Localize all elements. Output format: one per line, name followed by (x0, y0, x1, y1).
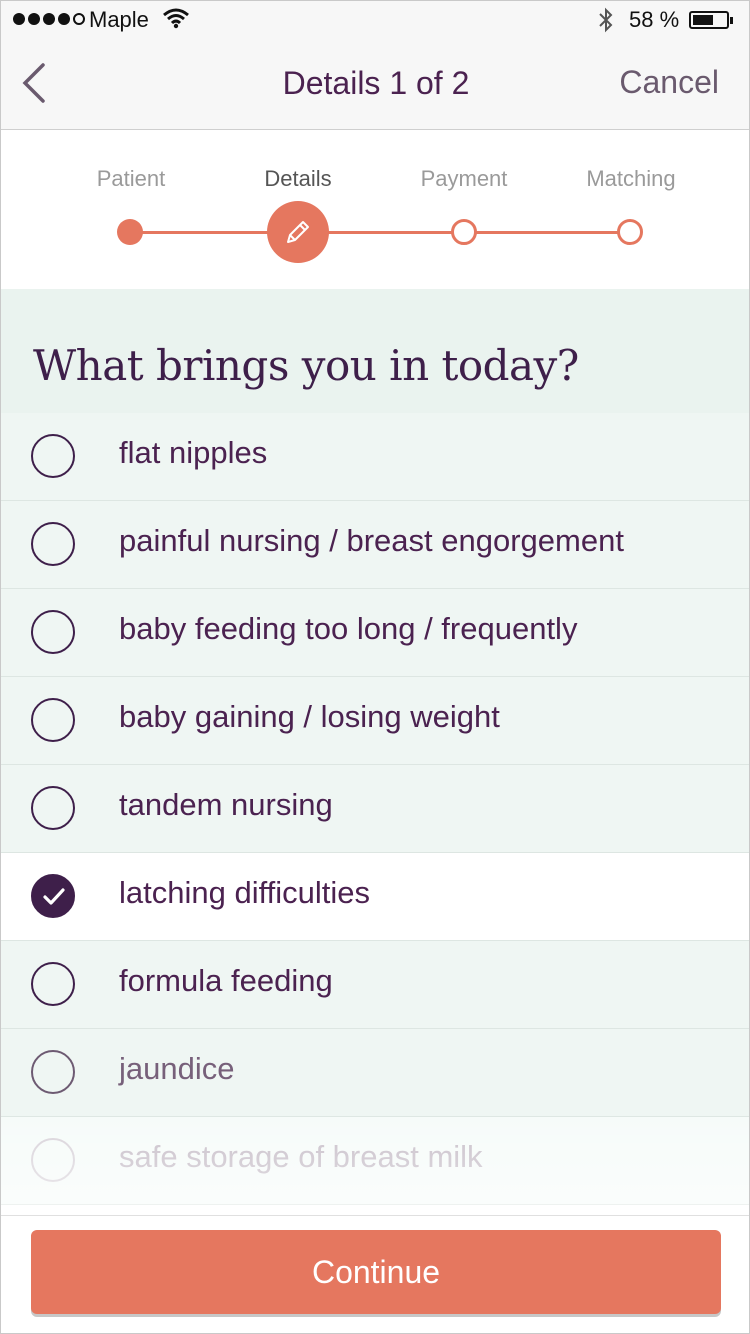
step-label-payment: Payment (420, 166, 508, 191)
radio-icon[interactable] (31, 1050, 75, 1094)
checkmark-icon[interactable] (31, 874, 75, 918)
step-node-details (267, 201, 329, 263)
step-node-matching (617, 219, 643, 245)
bluetooth-icon (599, 7, 613, 33)
option-label: jaundice (119, 1051, 235, 1086)
option-item[interactable]: jaundice (1, 1029, 749, 1117)
stepper-track (130, 231, 630, 234)
progress-stepper: Patient Details Payment Matching (1, 130, 749, 288)
step-label-matching: Matching (586, 166, 676, 191)
radio-icon[interactable] (31, 610, 75, 654)
battery-icon (689, 11, 733, 29)
step-node-patient (117, 219, 143, 245)
option-list: flat nipples painful nursing / breast en… (1, 413, 749, 1205)
option-item[interactable]: safe storage of breast milk (1, 1117, 749, 1205)
radio-icon[interactable] (31, 786, 75, 830)
footer-bar: Continue (1, 1215, 749, 1333)
option-item[interactable]: flat nipples (1, 413, 749, 501)
option-item[interactable]: baby feeding too long / frequently (1, 589, 749, 677)
wifi-icon (163, 8, 189, 29)
radio-icon[interactable] (31, 698, 75, 742)
pencil-icon (287, 221, 309, 243)
question-header: What brings you in today? (1, 289, 749, 414)
option-label: latching difficulties (119, 875, 371, 910)
cancel-button[interactable]: Cancel (619, 64, 719, 101)
option-label: baby gaining / losing weight (119, 699, 500, 734)
continue-button[interactable]: Continue (31, 1230, 721, 1314)
option-label: tandem nursing (119, 787, 333, 822)
option-label: flat nipples (119, 435, 268, 470)
radio-icon[interactable] (31, 522, 75, 566)
radio-icon[interactable] (31, 1138, 75, 1182)
option-label: painful nursing / breast engorgement (119, 523, 624, 558)
option-item[interactable]: baby gaining / losing weight (1, 677, 749, 765)
option-item[interactable]: formula feeding (1, 941, 749, 1029)
top-bar: Maple 58 % Details 1 of 2 Cancel (1, 1, 749, 130)
option-label: baby feeding too long / frequently (119, 611, 578, 646)
option-label: safe storage of breast milk (119, 1139, 483, 1174)
question-title: What brings you in today? (33, 341, 579, 390)
carrier-name: Maple (89, 7, 149, 32)
option-item[interactable]: tandem nursing (1, 765, 749, 853)
step-label-details: Details (264, 166, 332, 191)
battery-percentage: 58 % (629, 7, 680, 32)
app-screen: Maple 58 % Details 1 of 2 Cancel Patient… (0, 0, 750, 1334)
radio-icon[interactable] (31, 962, 75, 1006)
status-bar: Maple 58 % (1, 1, 749, 41)
option-label: formula feeding (119, 963, 333, 998)
step-label-patient: Patient (96, 166, 166, 191)
radio-icon[interactable] (31, 434, 75, 478)
step-node-payment (451, 219, 477, 245)
option-item-selected[interactable]: latching difficulties (1, 853, 749, 941)
signal-strength-icon (13, 13, 85, 25)
option-item[interactable]: painful nursing / breast engorgement (1, 501, 749, 589)
